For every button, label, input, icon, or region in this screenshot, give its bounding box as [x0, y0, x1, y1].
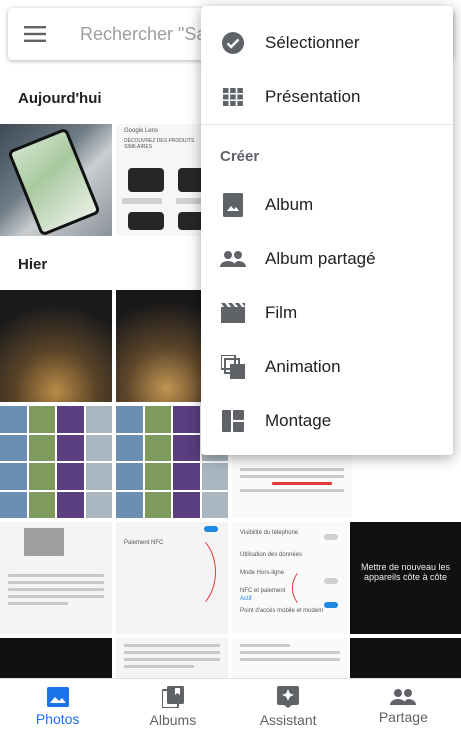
menu-icon: [24, 26, 46, 42]
menu-label-collage: Montage: [265, 411, 332, 430]
overflow-menu: Sélectionner Présentation Créer Album Al…: [201, 6, 453, 455]
albums-icon: [161, 686, 184, 708]
menu-item-collage[interactable]: Montage: [201, 394, 453, 448]
menu-item-animation[interactable]: Animation: [201, 340, 453, 394]
animation-icon: [221, 355, 245, 379]
album-icon: [223, 193, 243, 217]
photo-thumbnail[interactable]: [350, 638, 461, 678]
photo-thumbnail[interactable]: [0, 638, 112, 678]
sharing-icon: [390, 689, 417, 705]
nav-albums[interactable]: Albums: [115, 679, 230, 735]
menu-label-layout: Présentation: [265, 87, 361, 106]
menu-label-shared-album: Album partagé: [265, 249, 376, 268]
check-circle-icon: [222, 32, 244, 54]
hamburger-menu-button[interactable]: [8, 8, 62, 60]
menu-section-create: Créer: [220, 148, 260, 165]
nav-label-assistant: Assistant: [259, 712, 317, 728]
photo-thumbnail[interactable]: [0, 124, 112, 236]
menu-label-movie: Film: [265, 303, 298, 322]
photo-thumbnail[interactable]: Mettre de nouveau les appareils côte à c…: [350, 522, 461, 634]
nav-label-photos: Photos: [35, 711, 80, 727]
menu-label-album: Album: [265, 195, 314, 214]
data-usage-label: Utilisation des données: [240, 552, 303, 558]
photo-thumbnail[interactable]: [0, 406, 112, 518]
photo-thumbnail[interactable]: [116, 638, 228, 678]
photo-thumbnail[interactable]: [0, 290, 112, 402]
nav-label-sharing: Partage: [378, 709, 428, 725]
photo-thumbnail[interactable]: Paiement NFC: [116, 522, 228, 634]
menu-label-select: Sélectionner: [265, 33, 360, 52]
menu-divider: [201, 124, 453, 125]
section-title-today: Aujourd'hui: [18, 90, 102, 107]
search-input[interactable]: Rechercher "Sa: [80, 24, 206, 45]
nav-sharing[interactable]: Partage: [346, 679, 461, 735]
menu-item-album[interactable]: Album: [201, 178, 453, 232]
menu-item-shared-album[interactable]: Album partagé: [201, 232, 453, 286]
menu-label-animation: Animation: [265, 357, 341, 376]
section-title-yesterday: Hier: [18, 256, 48, 273]
bottom-navigation: Photos Albums Assistant Partage: [0, 678, 461, 735]
assistant-icon: [277, 686, 300, 708]
menu-item-layout[interactable]: Présentation: [201, 70, 453, 124]
people-icon: [220, 251, 246, 267]
nav-label-albums: Albums: [149, 712, 197, 728]
nav-assistant[interactable]: Assistant: [231, 679, 346, 735]
photo-thumbnail[interactable]: [232, 638, 348, 678]
nav-photos[interactable]: Photos: [0, 679, 115, 735]
dark-caption: Mettre de nouveau les appareils côte à c…: [360, 562, 451, 582]
photo-thumbnail[interactable]: [0, 522, 112, 634]
menu-item-select[interactable]: Sélectionner: [201, 16, 453, 70]
grid-icon: [223, 88, 243, 106]
photos-icon: [46, 687, 69, 707]
collage-icon: [222, 410, 244, 432]
offline-mode-label: Mode Hors-ligne: [240, 570, 285, 576]
menu-item-movie[interactable]: Film: [201, 286, 453, 340]
photo-thumbnail[interactable]: Visibilité du téléphone Utilisation des …: [232, 522, 348, 634]
movie-icon: [221, 303, 245, 323]
